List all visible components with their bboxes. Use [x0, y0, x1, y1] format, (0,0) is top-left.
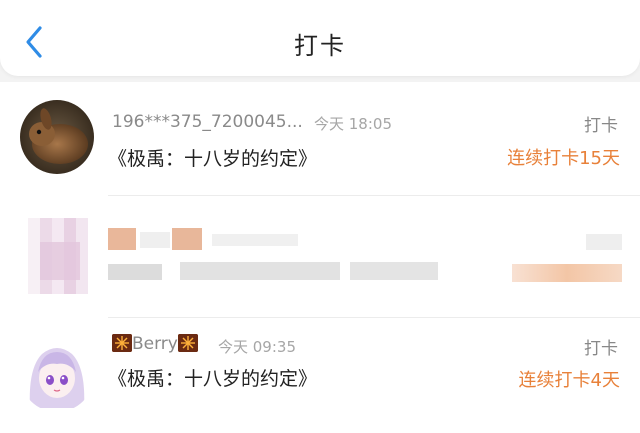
checkin-tag: 打卡 [584, 339, 618, 359]
firework-icon [112, 334, 132, 352]
page-title: 打卡 [294, 32, 346, 60]
obscured-tag-block [586, 234, 622, 250]
user-name[interactable]: 196***375_7200045... [112, 112, 303, 132]
obscured-topic-block [350, 262, 438, 280]
list-item[interactable]: Berry 今天 09:35 《极禹：十八岁的约定》 打卡 连续打卡4天 [0, 318, 640, 433]
avatar[interactable] [20, 338, 94, 412]
anime-avatar-image [20, 338, 94, 412]
nav-header: 打卡 [0, 0, 640, 76]
checkin-list: 196***375_7200045... 今天 18:05 《极禹：十八岁的约定… [0, 82, 640, 433]
streak-count: 连续打卡4天 [518, 370, 620, 391]
avatar[interactable] [20, 100, 94, 174]
obscured-topic-block [180, 262, 340, 280]
obscured-streak-block [512, 264, 622, 282]
obscured-avatar-shade [40, 242, 80, 280]
post-time: 今天 09:35 [218, 338, 296, 356]
user-name-text: Berry [132, 334, 178, 354]
list-item-obscured[interactable] [0, 196, 640, 318]
user-name[interactable]: Berry [112, 334, 198, 354]
obscured-topic-block [108, 264, 162, 280]
firework-icon [177, 334, 198, 352]
rabbit-avatar-image [20, 100, 94, 174]
checkin-tag: 打卡 [584, 116, 618, 136]
streak-count: 连续打卡15天 [507, 148, 620, 169]
topic-title[interactable]: 《极禹：十八岁的约定》 [108, 144, 317, 171]
topic-title[interactable]: 《极禹：十八岁的约定》 [108, 364, 317, 391]
list-item[interactable]: 196***375_7200045... 今天 18:05 《极禹：十八岁的约定… [0, 82, 640, 196]
obscured-name-block [140, 232, 170, 248]
obscured-time-block [212, 234, 298, 246]
post-time: 今天 18:05 [314, 115, 392, 133]
obscured-name-block [172, 228, 202, 250]
obscured-name-block [108, 228, 136, 250]
